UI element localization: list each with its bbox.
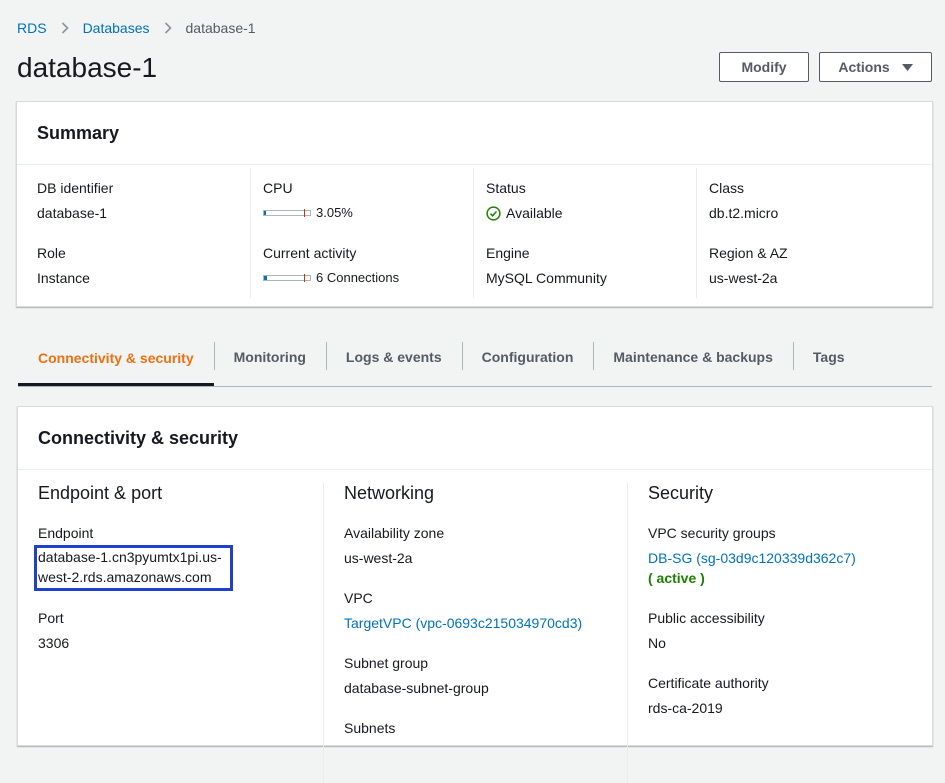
endpoint-label: Endpoint	[38, 525, 94, 541]
endpoint-value[interactable]: database-1.cn3pyumtx1pi.us-west-2.rds.am…	[38, 547, 234, 587]
engine-value: MySQL Community	[486, 270, 607, 286]
summary-column-4: Class db.t2.micro Region & AZ us-west-2a	[696, 168, 933, 298]
port-label: Port	[38, 610, 64, 626]
caret-down-icon	[901, 63, 913, 71]
engine-label: Engine	[486, 245, 530, 261]
role-value: Instance	[37, 270, 90, 286]
db-identifier-value: database-1	[37, 205, 108, 221]
summary-heading: Summary	[17, 102, 932, 165]
security-group-link[interactable]: DB-SG (sg-03d9c120339d362c7)	[648, 550, 856, 566]
endpoint-port-column: Endpoint & port Endpoint database-1.cn3p…	[18, 483, 323, 783]
breadcrumb-rds-link[interactable]: RDS	[17, 20, 47, 36]
security-column: Security VPC security groups DB-SG (sg-0…	[627, 483, 933, 783]
breadcrumb: RDS Databases database-1	[17, 18, 256, 38]
actions-dropdown-button[interactable]: Actions	[819, 52, 932, 82]
class-value: db.t2.micro	[709, 205, 779, 221]
security-group-status: ( active )	[648, 570, 705, 586]
subnet-group-value: database-subnet-group	[344, 680, 489, 696]
vpc-label: VPC	[344, 590, 373, 606]
cpu-label: CPU	[263, 180, 293, 196]
connectivity-heading: Connectivity & security	[18, 407, 932, 470]
public-accessibility-label: Public accessibility	[648, 610, 765, 626]
tab-logs-events[interactable]: Logs & events	[325, 332, 462, 382]
summary-column-3: Status Available Engine MySQL Community	[473, 168, 697, 298]
certificate-authority-label: Certificate authority	[648, 675, 769, 691]
current-activity-value: 6 Connections	[263, 270, 399, 285]
region-az-value: us-west-2a	[709, 270, 778, 286]
chevron-right-icon	[164, 22, 172, 34]
breadcrumb-current: database-1	[185, 20, 256, 36]
availability-zone-value: us-west-2a	[344, 550, 413, 566]
connections-count: 6 Connections	[316, 270, 400, 285]
region-az-label: Region & AZ	[709, 245, 788, 261]
tab-connectivity-security[interactable]: Connectivity & security	[18, 332, 214, 386]
cpu-percent: 3.05%	[316, 205, 353, 220]
cpu-usage-bar	[263, 208, 311, 217]
summary-panel: Summary DB identifier database-1 Role In…	[16, 101, 933, 307]
subnet-group-label: Subnet group	[344, 655, 429, 671]
actions-button-label: Actions	[838, 59, 890, 75]
summary-grid: DB identifier database-1 Role Instance C…	[17, 168, 932, 298]
vpc-security-groups-label: VPC security groups	[648, 525, 776, 541]
availability-zone-label: Availability zone	[344, 525, 445, 541]
tab-configuration[interactable]: Configuration	[461, 332, 594, 382]
check-circle-icon	[486, 205, 501, 221]
tab-tags[interactable]: Tags	[792, 332, 865, 382]
summary-column-2: CPU 3.05% Current activity 6 Connections	[250, 168, 474, 298]
status-label: Status	[486, 180, 526, 196]
endpoint-port-title: Endpoint & port	[38, 483, 163, 503]
vpc-link[interactable]: TargetVPC (vpc-0693c215034970cd3)	[344, 615, 582, 631]
class-label: Class	[709, 180, 745, 196]
connectivity-panel: Connectivity & security Endpoint & port …	[17, 406, 933, 783]
port-value: 3306	[38, 635, 70, 651]
detail-tabs: Connectivity & security Monitoring Logs …	[18, 332, 932, 387]
cpu-value: 3.05%	[263, 205, 353, 220]
chevron-right-icon	[61, 22, 69, 34]
security-title: Security	[648, 483, 714, 503]
certificate-authority-value: rds-ca-2019	[648, 700, 723, 716]
status-value: Available	[486, 205, 563, 221]
role-label: Role	[37, 245, 66, 261]
public-accessibility-value: No	[648, 635, 666, 651]
networking-title: Networking	[344, 483, 435, 503]
modify-button[interactable]: Modify	[719, 52, 809, 82]
tab-monitoring[interactable]: Monitoring	[213, 332, 326, 382]
tab-maintenance-backups[interactable]: Maintenance & backups	[593, 332, 793, 382]
summary-column-1: DB identifier database-1 Role Instance	[17, 168, 250, 298]
page-title: database-1	[17, 52, 158, 83]
breadcrumb-databases-link[interactable]: Databases	[83, 20, 150, 36]
db-identifier-label: DB identifier	[37, 180, 114, 196]
modify-button-label: Modify	[741, 59, 787, 75]
connections-bar	[263, 273, 311, 282]
networking-column: Networking Availability zone us-west-2a …	[323, 483, 628, 783]
status-text: Available	[506, 205, 563, 221]
current-activity-label: Current activity	[263, 245, 357, 261]
